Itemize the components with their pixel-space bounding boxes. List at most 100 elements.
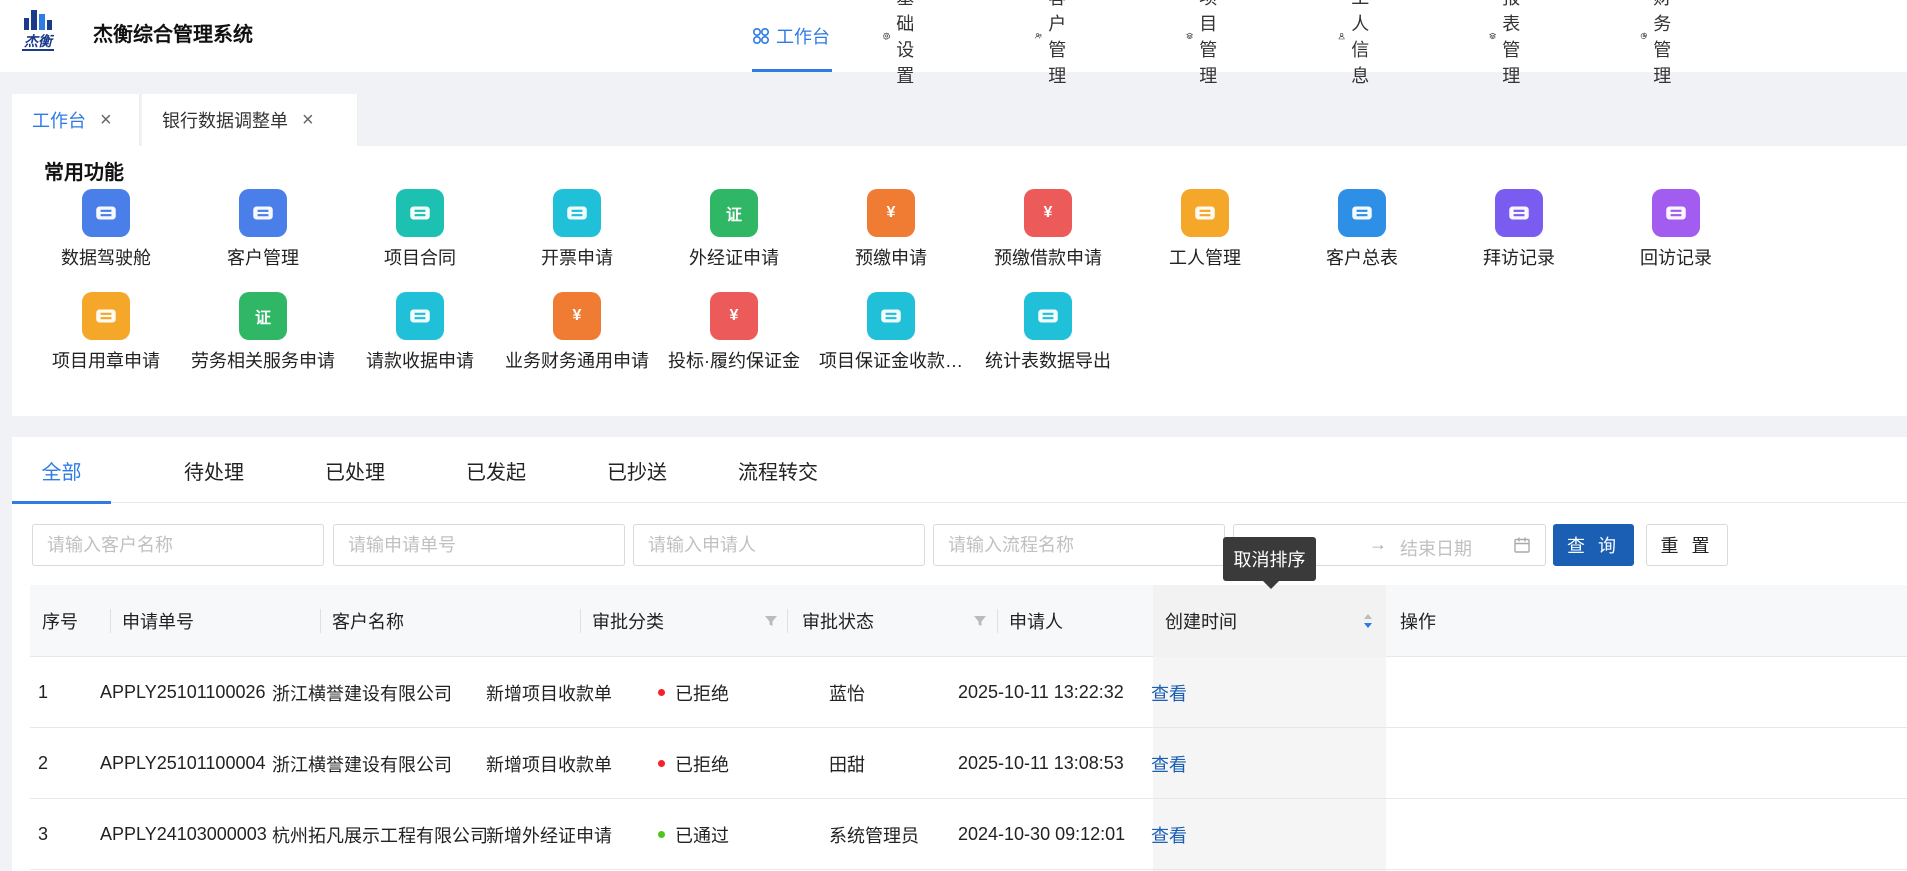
cell-customer: 浙江横誉建设有限公司 (272, 683, 452, 704)
nav-label: 财务管理 (1653, 0, 1672, 86)
function-item[interactable]: ¥ 预缴申请 (806, 189, 976, 269)
nav-label: 客户管理 (1048, 0, 1067, 86)
arrow-right-icon: → (1369, 534, 1387, 554)
top-header: 杰衡 杰衡综合管理系统 工作台 基础设置 客户管理 项目管理 (0, 0, 1907, 86)
status-cell: 已拒绝 (658, 657, 729, 728)
phone-icon (1652, 189, 1700, 237)
ticket-icon (553, 189, 601, 237)
view-link[interactable]: 查看 (1151, 657, 1187, 728)
function-item[interactable]: 工人管理 (1120, 189, 1290, 269)
function-item[interactable]: 统计表数据导出 (963, 292, 1133, 372)
function-label: 开票申请 (541, 248, 613, 268)
end-date-placeholder[interactable]: 结束日期 (1400, 535, 1472, 561)
tab-cc[interactable]: 已抄送 (580, 437, 694, 503)
cell-applicant: 田甜 (829, 754, 865, 775)
function-item[interactable]: ¥ 预缴借款申请 (963, 189, 1133, 269)
status-cell: 已通过 (658, 799, 729, 870)
function-label: 劳务相关服务申请 (191, 351, 335, 371)
icon-glyph: 证 (254, 310, 271, 327)
function-item[interactable]: 项目保证金收款… (806, 292, 976, 372)
certificate-icon: 证 (710, 189, 758, 237)
col-header-apply-no: 申请单号 (122, 612, 194, 632)
col-header-category[interactable]: 审批分类 (580, 585, 790, 657)
view-link[interactable]: 查看 (1151, 799, 1187, 870)
cell-customer: 杭州拓凡展示工程有限公司 (272, 825, 488, 846)
cell-applicant: 系统管理员 (829, 825, 919, 846)
page-tab-bank-adjustment[interactable]: 银行数据调整单 × (142, 94, 358, 146)
coin-icon: ¥ (553, 292, 601, 340)
applicant-input[interactable] (633, 524, 925, 566)
function-item[interactable]: 客户总表 (1277, 189, 1447, 269)
running-person-icon (1495, 189, 1543, 237)
nav-customer-management[interactable]: 客户管理 (1035, 0, 1077, 86)
nav-finance-management[interactable]: 财务管理 (1640, 0, 1682, 86)
sort-icon[interactable] (1362, 611, 1374, 631)
function-item[interactable]: 数据驾驶舱 (21, 189, 191, 269)
nav-workbench[interactable]: 工作台 (752, 0, 832, 72)
function-label: 预缴借款申请 (994, 248, 1102, 268)
gear-icon (883, 32, 891, 40)
page-tab-workbench[interactable]: 工作台 × (12, 94, 140, 146)
reset-button[interactable]: 重 置 (1646, 524, 1728, 566)
cell-customer: 浙江横誉建设有限公司 (272, 754, 452, 775)
page-tab-label: 银行数据调整单 (162, 111, 288, 131)
tab-initiated[interactable]: 已发起 (439, 437, 553, 503)
col-header-customer: 客户名称 (332, 612, 404, 632)
function-item[interactable]: 项目用章申请 (21, 292, 191, 372)
close-icon[interactable]: × (302, 110, 314, 130)
ticket-icon (1024, 292, 1072, 340)
function-label: 客户管理 (227, 248, 299, 268)
nav-label: 工作台 (776, 27, 830, 47)
function-item[interactable]: 回访记录 (1591, 189, 1761, 269)
cell-created: 2024-10-30 09:12:01 (958, 824, 1126, 844)
nav-label: 项目管理 (1199, 0, 1218, 86)
col-header-status[interactable]: 审批状态 (790, 585, 1000, 657)
function-label: 回访记录 (1640, 248, 1712, 268)
nav-worker-info[interactable]: 工人信息 (1338, 0, 1380, 86)
nav-label: 报表管理 (1502, 0, 1521, 86)
function-item[interactable]: 证外经证申请 (649, 189, 819, 269)
nav-basic-settings[interactable]: 基础设置 (883, 0, 925, 86)
function-item[interactable]: 拜访记录 (1434, 189, 1604, 269)
pie-chart-icon (1338, 189, 1386, 237)
col-header-created[interactable]: 创建时间 (1153, 585, 1386, 657)
tab-processed[interactable]: 已处理 (298, 437, 412, 503)
flow-name-input[interactable] (933, 524, 1225, 566)
function-item[interactable]: 请款收据申请 (335, 292, 505, 372)
cell-created: 2025-10-11 13:22:32 (958, 682, 1124, 702)
status-dot (658, 831, 665, 838)
nav-label: 基础设置 (896, 0, 915, 86)
close-icon[interactable]: × (100, 110, 112, 130)
function-item[interactable]: ¥ 投标·履约保证金 (649, 292, 819, 372)
nav-project-management[interactable]: 项目管理 (1186, 0, 1228, 86)
view-link[interactable]: 查看 (1151, 728, 1187, 799)
stamp-icon (82, 292, 130, 340)
icon-glyph: ¥ (886, 204, 896, 221)
cell-category: 新增项目收款单 (486, 754, 612, 775)
function-label: 业务财务通用申请 (505, 351, 649, 371)
function-item[interactable]: 项目合同 (335, 189, 505, 269)
layers-icon (1489, 32, 1497, 40)
tab-all[interactable]: 全部 (12, 437, 111, 504)
function-item[interactable]: 开票申请 (492, 189, 662, 269)
function-item[interactable]: ¥ 业务财务通用申请 (492, 292, 662, 372)
status-text: 已通过 (675, 825, 729, 846)
customer-name-input[interactable] (32, 524, 324, 566)
tab-flow-transfer[interactable]: 流程转交 (719, 437, 837, 503)
calendar-icon[interactable] (1513, 536, 1531, 554)
table-header: 序号 申请单号 客户名称 审批分类 审批状态 申请人 创建时间 操作 (30, 585, 1907, 657)
function-label: 外经证申请 (689, 248, 779, 268)
filter-icon[interactable] (764, 614, 778, 628)
function-label: 请款收据申请 (366, 351, 474, 371)
company-logo[interactable]: 杰衡 (14, 8, 62, 54)
function-item[interactable]: 证劳务相关服务申请 (178, 292, 348, 372)
function-label: 拜访记录 (1483, 248, 1555, 268)
function-item[interactable]: 客户管理 (178, 189, 348, 269)
nav-report-management[interactable]: 报表管理 (1489, 0, 1531, 86)
filter-icon[interactable] (973, 614, 987, 628)
query-button[interactable]: 查 询 (1553, 524, 1634, 566)
coin-icon: ¥ (867, 189, 915, 237)
worker-icon (1181, 189, 1229, 237)
apply-no-input[interactable] (333, 524, 625, 566)
tab-pending[interactable]: 待处理 (157, 437, 271, 503)
